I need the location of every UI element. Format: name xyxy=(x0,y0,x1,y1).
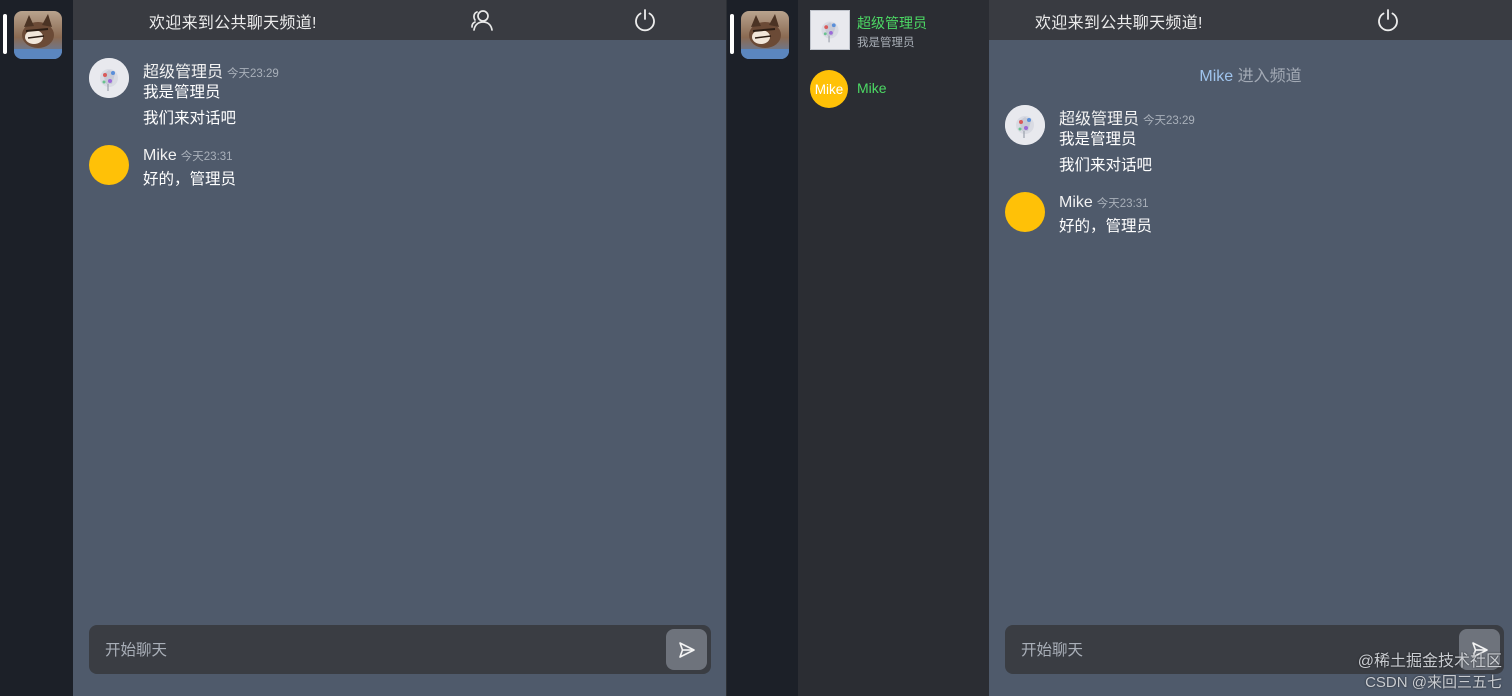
chat-header: 欢迎来到公共聊天频道! xyxy=(989,0,1512,40)
message-meta: 超级管理员 今天23:29 xyxy=(143,58,279,82)
chat-input[interactable] xyxy=(89,625,605,676)
message-meta: Mike 今天23:31 xyxy=(1059,192,1149,212)
system-notice-user: Mike xyxy=(1199,68,1234,85)
power-icon[interactable] xyxy=(1375,7,1401,33)
message-item: Mike 今天23:31 好的，管理员 xyxy=(89,145,689,190)
member-name: Mike xyxy=(857,80,887,96)
message-text: 好的，管理员 xyxy=(143,171,237,188)
member-subtitle: 我是管理员 xyxy=(857,37,915,49)
message-composer xyxy=(89,625,711,676)
chat-header: 欢迎来到公共聊天频道! xyxy=(73,0,727,40)
message-text: 好的，管理员 xyxy=(1059,218,1153,235)
message-time: 今天23:31 xyxy=(1096,198,1149,210)
chat-area: 欢迎来到公共聊天频道! Mike 进入频道 超级管理员 今天23:29 我是管理员… xyxy=(989,0,1512,696)
watermark-csdn: CSDN @来回三五七 xyxy=(1365,674,1502,691)
message-item: 超级管理员 今天23:29 我是管理员 我们来对话吧 xyxy=(89,58,689,128)
sender-name: 超级管理员 xyxy=(1059,111,1140,128)
message-item: Mike 今天23:31 好的，管理员 xyxy=(1005,192,1485,237)
send-button[interactable] xyxy=(666,629,707,670)
sender-name: 超级管理员 xyxy=(143,64,224,81)
send-icon xyxy=(678,641,695,658)
mike-avatar: Mike xyxy=(810,70,848,108)
message-text: 我们来对话吧 xyxy=(143,110,237,127)
mike-avatar xyxy=(89,145,129,185)
member-name: 超级管理员 xyxy=(857,15,927,31)
system-notice-text: 进入频道 xyxy=(1233,68,1302,85)
channel-title: 欢迎来到公共聊天频道! xyxy=(149,15,317,32)
admin-avatar-icon xyxy=(89,58,129,98)
message-meta: 超级管理员 今天23:29 xyxy=(1059,105,1195,129)
power-icon[interactable] xyxy=(632,7,658,33)
message-text: 我是管理员 xyxy=(1059,131,1137,148)
avatar-text: Mike xyxy=(814,81,844,97)
users-icon[interactable] xyxy=(469,7,495,33)
channel-title: 欢迎来到公共聊天频道! xyxy=(1035,15,1203,32)
message-meta: Mike 今天23:31 xyxy=(143,145,233,165)
active-indicator xyxy=(730,14,734,54)
watermark-juejin: @稀土掘金技术社区 xyxy=(1357,653,1502,670)
admin-avatar-icon xyxy=(1005,105,1045,145)
user-avatar-icon[interactable] xyxy=(741,11,789,59)
admin-avatar-icon xyxy=(810,10,850,50)
message-item: 超级管理员 今天23:29 我是管理员 我们来对话吧 xyxy=(1005,105,1485,175)
message-text: 我们来对话吧 xyxy=(1059,157,1153,174)
message-text: 我是管理员 xyxy=(143,84,221,101)
sender-name: Mike xyxy=(143,147,177,164)
right-chat-window: 超级管理员 我是管理员 Mike Mike 欢迎来到公共聊天频道! Mike 进… xyxy=(727,0,1512,696)
user-avatar-icon[interactable] xyxy=(14,11,62,59)
system-notice: Mike 进入频道 xyxy=(989,62,1512,86)
sender-name: Mike xyxy=(1059,194,1093,211)
chat-area: 欢迎来到公共聊天频道! 超级管理员 今天23:29 我是管理员 我们来对话吧 M… xyxy=(73,0,727,696)
member-item[interactable]: 超级管理员 我是管理员 xyxy=(798,9,989,59)
nav-rail xyxy=(0,0,73,696)
nav-rail xyxy=(727,0,798,696)
message-time: 今天23:29 xyxy=(227,68,279,80)
left-chat-window: 欢迎来到公共聊天频道! 超级管理员 今天23:29 我是管理员 我们来对话吧 M… xyxy=(0,0,727,696)
active-indicator xyxy=(3,14,7,54)
member-list: 超级管理员 我是管理员 Mike Mike xyxy=(798,0,989,696)
mike-avatar xyxy=(1005,192,1045,232)
message-time: 今天23:29 xyxy=(1143,115,1195,127)
message-time: 今天23:31 xyxy=(180,151,233,163)
member-item[interactable]: Mike Mike xyxy=(798,69,989,119)
